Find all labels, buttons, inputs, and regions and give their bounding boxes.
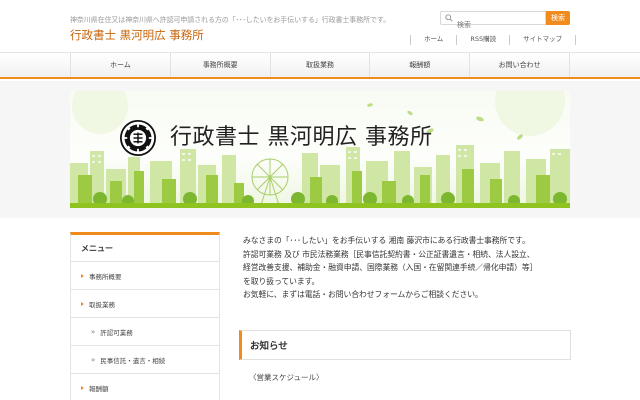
- banner-area: 行政書士 黒河明広 事務所: [0, 81, 640, 218]
- news-heading: お知らせ: [239, 330, 571, 360]
- nav-item-about[interactable]: 事務所概要: [169, 53, 270, 77]
- triangle-right-icon: [81, 273, 84, 278]
- search-input[interactable]: [457, 19, 547, 31]
- intro-line: 経営改善支援、補助金・融資申請、国際業務（入国・在留関連手続／帰化申請）等］: [243, 263, 538, 273]
- news-item-schedule[interactable]: 〈営業スケジュール〉: [249, 372, 323, 383]
- sidebar-heading: メニュー: [70, 232, 220, 262]
- site-tagline: 神奈川県在住又は神奈川県へ許認可申請される方の「･･･したいをお手伝いする」行政…: [70, 16, 390, 24]
- sidebar-item-services[interactable]: 取扱業務: [70, 290, 220, 318]
- sidebar-item-label: 取扱業務: [89, 300, 115, 309]
- sidebar-item-label: 民事信託・遺言・相続: [100, 356, 166, 365]
- sidebar-item-label: 報酬額: [89, 384, 109, 393]
- nav-item-fees[interactable]: 報酬額: [369, 53, 469, 77]
- search-button[interactable]: 検索: [546, 11, 570, 25]
- intro-line: 許認可業務 及び 市民法務業務［民事信託契約書・公正証書遺言・相続、法人設立、: [243, 249, 535, 259]
- intro-line: お気軽に、まずは電話・お問い合わせフォームからご相談ください。: [243, 290, 483, 300]
- utility-nav: ホーム RSS購読 サイトマップ: [410, 35, 577, 45]
- intro-line: を取り扱っています。: [243, 276, 320, 286]
- sidebar-item-trust-will-inheritance[interactable]: » 民事信託・遺言・相続: [70, 346, 220, 374]
- global-nav: ホーム 事務所概要 取扱業務 報酬額 お問い合わせ: [0, 52, 640, 79]
- banner-title: 行政書士 黒河明広 事務所: [170, 125, 433, 150]
- search-icon: [445, 14, 453, 22]
- util-link-rss[interactable]: RSS購読: [456, 35, 509, 45]
- double-chevron-right-icon: »: [91, 355, 96, 364]
- sidebar-item-about[interactable]: 事務所概要: [70, 262, 220, 290]
- search-box: [440, 11, 547, 31]
- site-title-link[interactable]: 行政書士 黒河明広 事務所: [70, 27, 204, 43]
- nav-item-contact[interactable]: お問い合わせ: [469, 53, 570, 77]
- office-seal-icon: [120, 120, 156, 156]
- triangle-right-icon: [81, 301, 84, 306]
- intro-line: みなさまの「･･･したい」をお手伝いする 湘南 藤沢市にある行政書士事務所です。: [243, 236, 530, 245]
- util-link-home[interactable]: ホーム: [410, 35, 456, 45]
- hero-banner: 行政書士 黒河明広 事務所: [70, 91, 570, 208]
- intro-text: みなさまの「･･･したい」をお手伝いする 湘南 藤沢市にある行政書士事務所です。…: [243, 234, 573, 302]
- sidebar-item-label: 許認可業務: [100, 328, 133, 337]
- sidebar-item-label: 事務所概要: [89, 272, 122, 281]
- site-header: 神奈川県在住又は神奈川県へ許認可申請される方の「･･･したいをお手伝いする」行政…: [0, 0, 640, 52]
- sidebar-menu: メニュー 事務所概要 取扱業務 » 許認可業務 » 民事信託・遺言・相続 報酬額: [70, 232, 220, 400]
- double-chevron-right-icon: »: [91, 327, 96, 336]
- util-link-sitemap[interactable]: サイトマップ: [509, 35, 577, 45]
- main-content: みなさまの「･･･したい」をお手伝いする 湘南 藤沢市にある行政書士事務所です。…: [239, 234, 573, 382]
- sidebar-item-licensing[interactable]: » 許認可業務: [70, 318, 220, 346]
- triangle-right-icon: [81, 385, 84, 390]
- nav-item-services[interactable]: 取扱業務: [269, 53, 370, 77]
- sidebar-item-fees[interactable]: 報酬額: [70, 374, 220, 400]
- nav-item-home[interactable]: ホーム: [70, 53, 170, 77]
